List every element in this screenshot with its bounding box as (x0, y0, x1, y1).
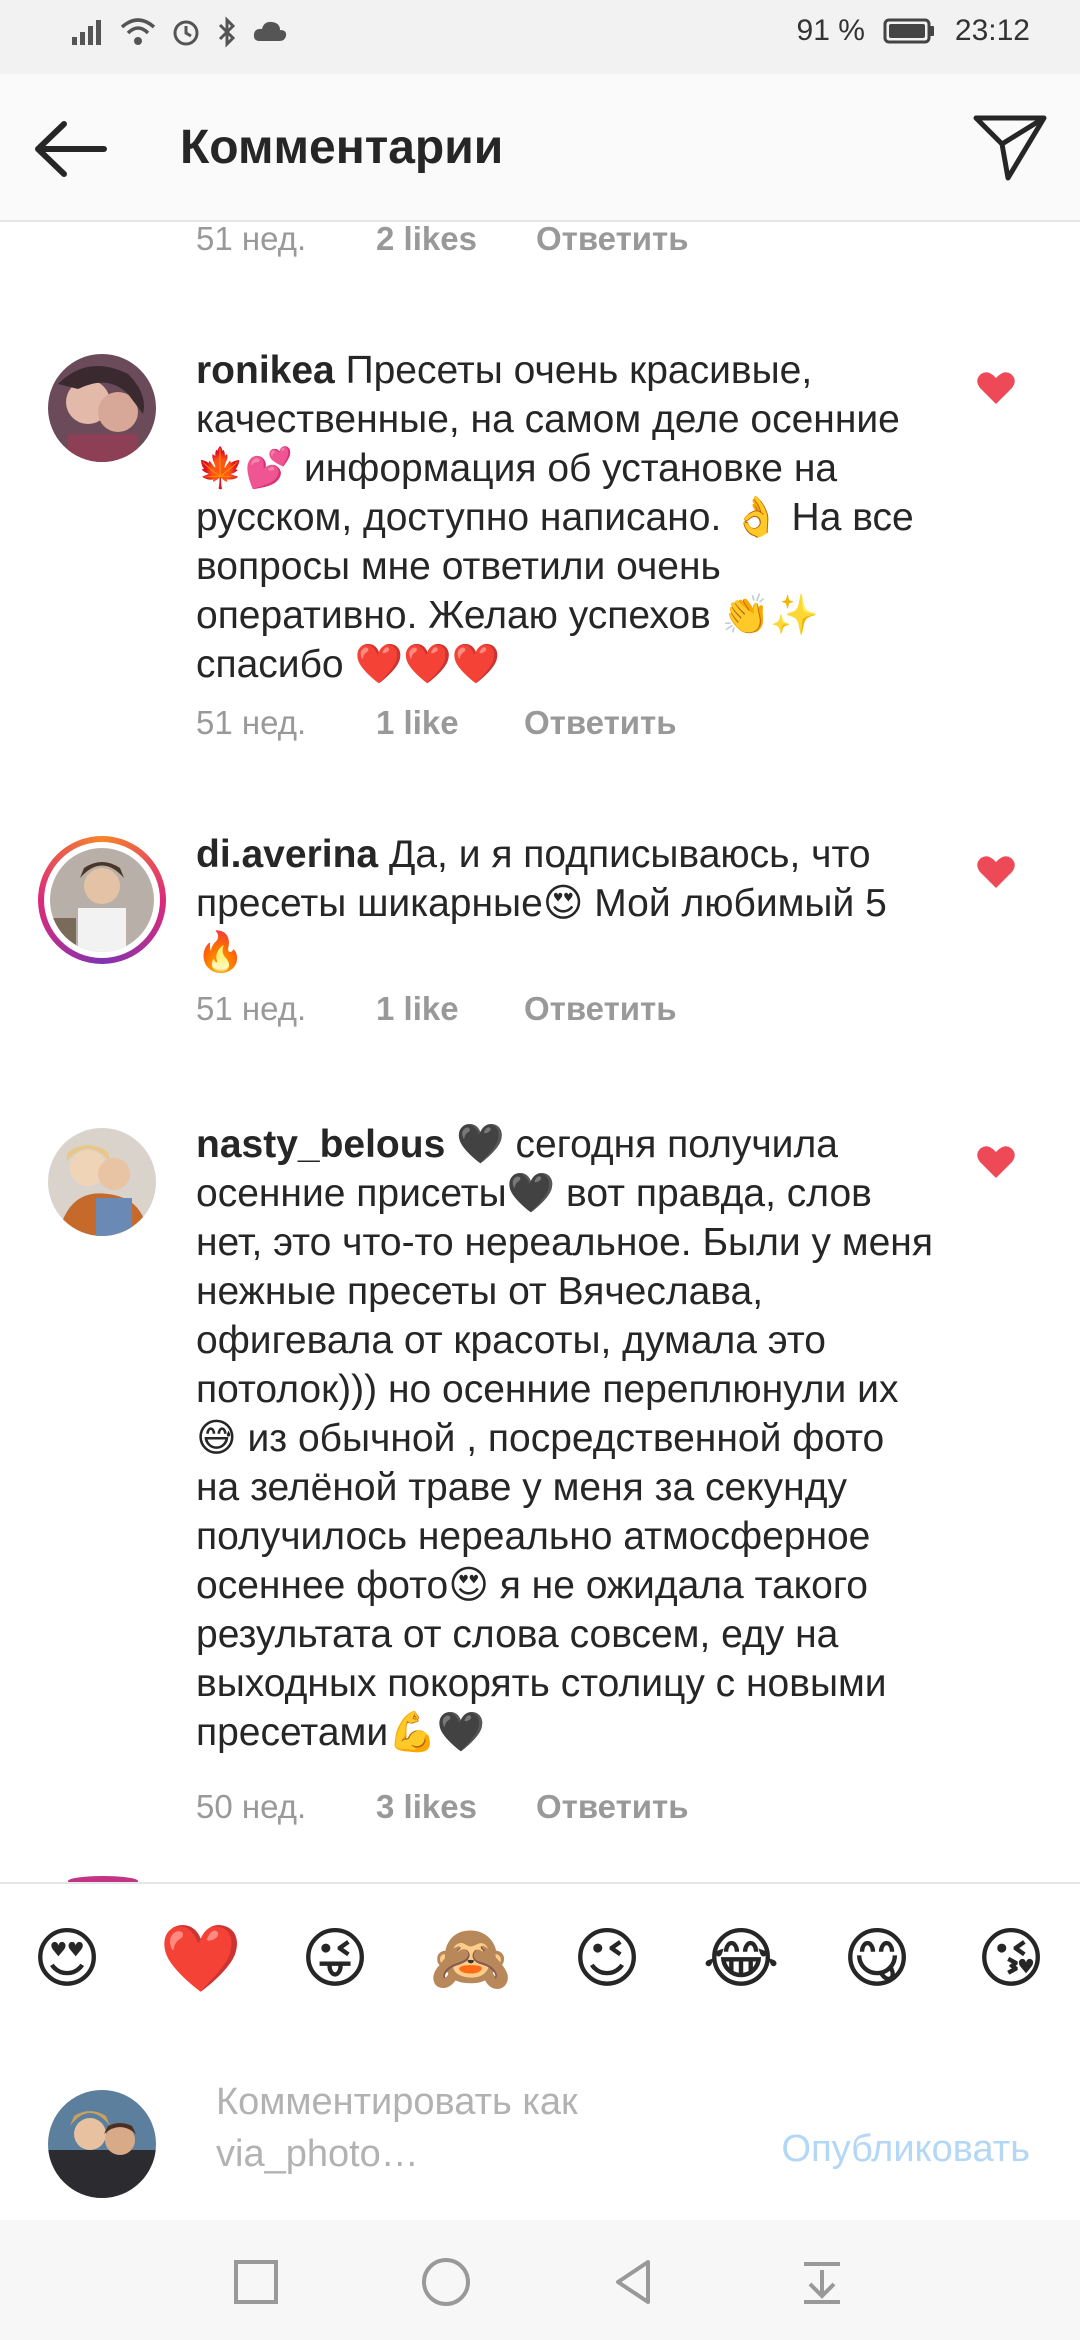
wifi-icon (120, 18, 156, 45)
comment-meta: 50 нед. 3 likes Ответить (196, 1788, 689, 1826)
system-nav-bar (0, 2220, 1080, 2340)
emoji-kiss[interactable]: 😘 (966, 1918, 1056, 1998)
comment-text: di.averina Да, и я подписываюсь, что пре… (196, 830, 936, 977)
comment-meta: 51 нед. 1 like Ответить (196, 704, 677, 742)
comment-text: ronikea Пресеты очень красивые, качестве… (196, 346, 936, 689)
reply-button[interactable]: Ответить (524, 704, 677, 742)
alarm-icon (173, 20, 199, 46)
comments-list[interactable]: 51 нед. 2 likes Ответить ronikea Пресеты… (0, 220, 1080, 1882)
comment-meta: 51 нед. 1 like Ответить (196, 990, 677, 1028)
like-button[interactable] (976, 1144, 1016, 1180)
comment-likes[interactable]: 2 likes (376, 220, 536, 258)
back-button[interactable] (28, 114, 118, 184)
cloud-icon (253, 21, 287, 41)
like-button[interactable] (976, 854, 1016, 890)
comment-username[interactable]: ronikea (196, 349, 335, 392)
circle-icon[interactable] (416, 2252, 476, 2312)
arrow-left-icon (35, 121, 107, 177)
download-arrow-icon[interactable] (792, 2252, 852, 2312)
heart-icon (977, 1146, 1015, 1178)
status-icons-left (70, 16, 288, 48)
emoji-quick-bar: 😍 ❤️ 😜 🙈 😉 😂 😋 😘 (0, 1882, 1080, 2032)
triangle-back-icon[interactable] (604, 2252, 664, 2312)
status-icons-right: 91 % 23:12 (797, 14, 1030, 48)
emoji-red-heart[interactable]: ❤️ (156, 1918, 246, 1998)
comment-body: 🖤 сегодня получила осенние присеты🖤 вот … (196, 1123, 933, 1754)
comment-username[interactable]: nasty_belous (196, 1123, 445, 1166)
battery-icon (883, 18, 934, 44)
comment-composer: Комментировать как via_photo… Опубликова… (0, 2030, 1080, 2220)
reply-button[interactable]: Ответить (524, 990, 677, 1028)
comment-likes[interactable]: 1 like (376, 990, 524, 1028)
reply-button[interactable]: Ответить (536, 1788, 689, 1826)
publish-button[interactable]: Опубликовать (782, 2128, 1030, 2171)
my-avatar (48, 2090, 156, 2198)
comment-likes[interactable]: 1 like (376, 704, 524, 742)
avatar-image (48, 1128, 156, 1236)
comment-username[interactable]: di.averina (196, 833, 378, 876)
emoji-wink[interactable]: 😉 (562, 1918, 652, 1998)
page-title: Комментарии (180, 121, 504, 174)
comment-input[interactable]: Комментировать как via_photo… (216, 2076, 696, 2180)
comment-likes[interactable]: 3 likes (376, 1788, 536, 1826)
avatar-story-ring[interactable] (38, 836, 166, 964)
comment-time: 50 нед. (196, 1788, 307, 1825)
emoji-heart-eyes[interactable]: 😍 (22, 1918, 112, 1998)
avatar[interactable] (48, 1128, 156, 1236)
app-header: Комментарии (0, 74, 1080, 222)
emoji-winking-tongue[interactable]: 😜 (290, 1918, 380, 1998)
square-icon[interactable] (226, 2252, 286, 2312)
share-button[interactable] (970, 110, 1050, 186)
emoji-see-no-evil-monkey[interactable]: 🙈 (426, 1918, 516, 1998)
status-bar: 91 % 23:12 (0, 0, 1080, 74)
comment-time: 51 нед. (196, 990, 307, 1027)
clock-time: 23:12 (954, 14, 1030, 47)
comment-body: Пресеты очень красивые, качественные, на… (196, 349, 914, 686)
bluetooth-icon (218, 16, 236, 48)
comment-time: 51 нед. (196, 220, 307, 257)
avatar[interactable] (48, 354, 156, 462)
paper-plane-icon (973, 115, 1047, 181)
heart-icon (977, 856, 1015, 888)
heart-icon (977, 372, 1015, 404)
emoji-tears-of-joy[interactable]: 😂 (696, 1918, 786, 1998)
comment-text: nasty_belous 🖤 сегодня получила осенние … (196, 1120, 936, 1757)
avatar-image (48, 354, 156, 462)
emoji-yum[interactable]: 😋 (832, 1918, 922, 1998)
avatar-image (48, 2090, 156, 2198)
like-button[interactable] (976, 370, 1016, 406)
battery-percent: 91 % (796, 14, 865, 47)
reply-button[interactable]: Ответить (536, 220, 689, 258)
signal-icon (72, 20, 101, 45)
comment-time: 51 нед. (196, 704, 307, 741)
comment-meta: 51 нед. 2 likes Ответить (196, 220, 689, 258)
avatar-image (50, 848, 154, 952)
